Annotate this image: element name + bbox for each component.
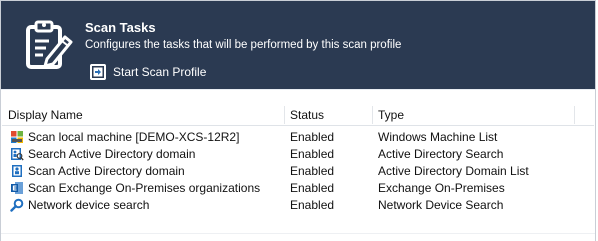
scan-tasks-table: Display Name Status Type Scan local mach…	[2, 104, 594, 214]
exchange-icon: E	[11, 182, 23, 194]
row-status: Enabled	[290, 198, 335, 212]
divider	[1, 89, 595, 99]
column-header-display-name[interactable]: Display Name	[8, 108, 83, 122]
row-status: Enabled	[290, 181, 335, 195]
column-header-status[interactable]: Status	[290, 108, 324, 122]
table-body: Scan local machine [DEMO-XCS-12R2] Enabl…	[2, 129, 594, 214]
table-footer-edge	[1, 233, 595, 241]
table-row[interactable]: Scan Active Directory domain Enabled Act…	[2, 163, 594, 180]
column-divider[interactable]	[574, 106, 575, 124]
table-row[interactable]: E Scan Exchange On-Premises organization…	[2, 180, 594, 197]
row-name: Scan Active Directory domain	[28, 164, 185, 178]
row-name: Scan Exchange On-Premises organizations	[28, 181, 261, 195]
page-title: Scan Tasks	[85, 20, 156, 35]
network-search-icon	[10, 198, 24, 212]
clipboard-pencil-icon	[26, 20, 73, 69]
row-type: Active Directory Search	[378, 147, 504, 161]
row-name-cell: E Scan Exchange On-Premises organization…	[10, 181, 260, 195]
row-type: Active Directory Domain List	[378, 164, 529, 178]
row-name-cell: Scan Active Directory domain	[10, 164, 185, 178]
ad-domain-icon	[12, 165, 22, 177]
row-type: Exchange On-Premises	[378, 181, 505, 195]
header-banner: Scan Tasks Configures the tasks that wil…	[1, 1, 595, 89]
column-divider[interactable]	[372, 106, 373, 124]
start-scan-profile-link[interactable]: Start Scan Profile	[90, 63, 206, 81]
svg-text:E: E	[12, 185, 17, 193]
row-status: Enabled	[290, 164, 335, 178]
column-divider[interactable]	[284, 106, 285, 124]
row-name: Scan local machine [DEMO-XCS-12R2]	[28, 130, 240, 144]
row-status: Enabled	[290, 130, 335, 144]
table-row[interactable]: Network device search Enabled Network De…	[2, 197, 594, 214]
start-scan-profile-label: Start Scan Profile	[113, 65, 207, 79]
row-type: Network Device Search	[378, 198, 504, 212]
table-row[interactable]: Search Active Directory domain Enabled A…	[2, 146, 594, 163]
ad-search-icon	[11, 148, 24, 161]
row-name: Network device search	[28, 198, 150, 212]
row-name-cell: Search Active Directory domain	[10, 147, 195, 161]
table-header: Display Name Status Type	[2, 104, 594, 126]
arrow-into-box-icon	[90, 64, 106, 80]
windows-machine-icon	[11, 131, 23, 143]
row-type: Windows Machine List	[378, 130, 498, 144]
row-name: Search Active Directory domain	[28, 147, 196, 161]
page-description: Configures the tasks that will be perfor…	[85, 39, 402, 51]
row-status: Enabled	[290, 147, 335, 161]
row-name-cell: Network device search	[10, 198, 149, 212]
column-header-type[interactable]: Type	[378, 108, 404, 122]
table-row[interactable]: Scan local machine [DEMO-XCS-12R2] Enabl…	[2, 129, 594, 146]
row-name-cell: Scan local machine [DEMO-XCS-12R2]	[10, 130, 239, 144]
